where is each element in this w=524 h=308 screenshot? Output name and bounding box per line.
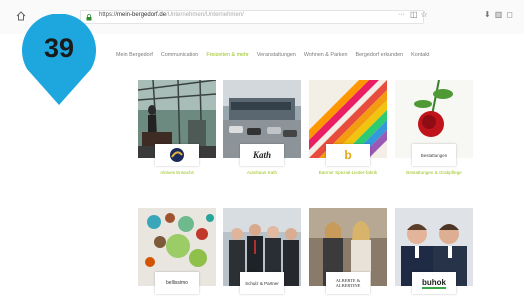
tile-logo: buhok <box>412 272 456 294</box>
business-tile-bellissimo[interactable]: bellissimo <box>138 208 216 308</box>
tile-caption: Autohaus Kath <box>246 170 278 175</box>
logo-text: Schulz & Partner <box>245 280 279 286</box>
url-text: https://mein-bergedorf.de/Unternehmen/Un… <box>99 12 244 18</box>
logo-text: Bestattungen <box>420 152 448 158</box>
nav-item-wohnen[interactable]: Wohnen & Parken <box>304 52 348 58</box>
url-prefix: https:// <box>99 12 118 18</box>
logo-text: bellissimo <box>166 280 188 286</box>
tile-logo: b <box>326 144 370 166</box>
tile-caption: Bestattungen & Grabpflege <box>406 170 462 175</box>
business-tile-kath[interactable]: Kath Autohaus Kath <box>223 80 301 190</box>
tile-logo: Kath <box>240 144 284 166</box>
tile-logo: bellissimo <box>155 272 199 294</box>
url-host: mein-bergedorf.de <box>117 12 167 18</box>
logo-mark-icon <box>170 148 184 162</box>
nav-item-communication[interactable]: Communication <box>161 52 198 58</box>
tile-logo <box>155 144 199 166</box>
business-tile-alberte[interactable]: ALBERTE & ALBERTINE <box>309 208 387 308</box>
browser-extension-icons[interactable]: ⬇▥◻ <box>484 10 517 19</box>
nav-item-bergedorf-erkunden[interactable]: Bergedorf erkunden <box>355 52 403 58</box>
nav-item-kontakt[interactable]: Kontakt <box>411 52 429 58</box>
logo-text: ALBERTE & ALBERTINE <box>335 278 361 288</box>
url-path: /Unternehmen/Unternehmen/ <box>166 12 244 18</box>
logo-text: buhok <box>422 277 446 289</box>
page-actions-icon[interactable]: ··· <box>398 11 405 18</box>
nav-item-mein-bergedorf[interactable]: Mein Bergedorf <box>116 52 153 58</box>
address-bar[interactable]: https://mein-bergedorf.de/Unternehmen/Un… <box>80 10 424 24</box>
business-tile-barmer[interactable]: b Barmer Spezial-Lieder-fabrik <box>309 80 387 190</box>
main-navigation: Mein Bergedorf Communication Freizeiten … <box>116 49 516 61</box>
logo-text: Kath <box>252 150 271 160</box>
nav-item-veranstaltungen[interactable]: Veranstaltungen <box>257 52 296 58</box>
tile-caption: Aktives Erwachs <box>160 170 194 175</box>
tile-caption: Barmer Spezial-Lieder-fabrik <box>318 170 378 175</box>
business-tile-aktives[interactable]: Aktives Erwachs <box>138 80 216 190</box>
tile-logo: Schulz & Partner <box>240 272 284 294</box>
marker-number: 39 <box>43 33 75 63</box>
tile-logo: Bestattungen <box>412 144 456 166</box>
business-tile-schulz[interactable]: Schulz & Partner <box>223 208 301 308</box>
nav-item-freizeiten[interactable]: Freizeiten & mehr <box>206 52 249 58</box>
tile-logo: ALBERTE & ALBERTINE <box>326 272 370 294</box>
business-tile-bestattungen[interactable]: Bestattungen Bestattungen & Grabpflege <box>395 80 473 190</box>
business-tile-buhok[interactable]: buhok <box>395 208 473 308</box>
bookmark-icons[interactable]: ◫☆ <box>410 10 431 19</box>
logo-text: b <box>344 148 352 162</box>
